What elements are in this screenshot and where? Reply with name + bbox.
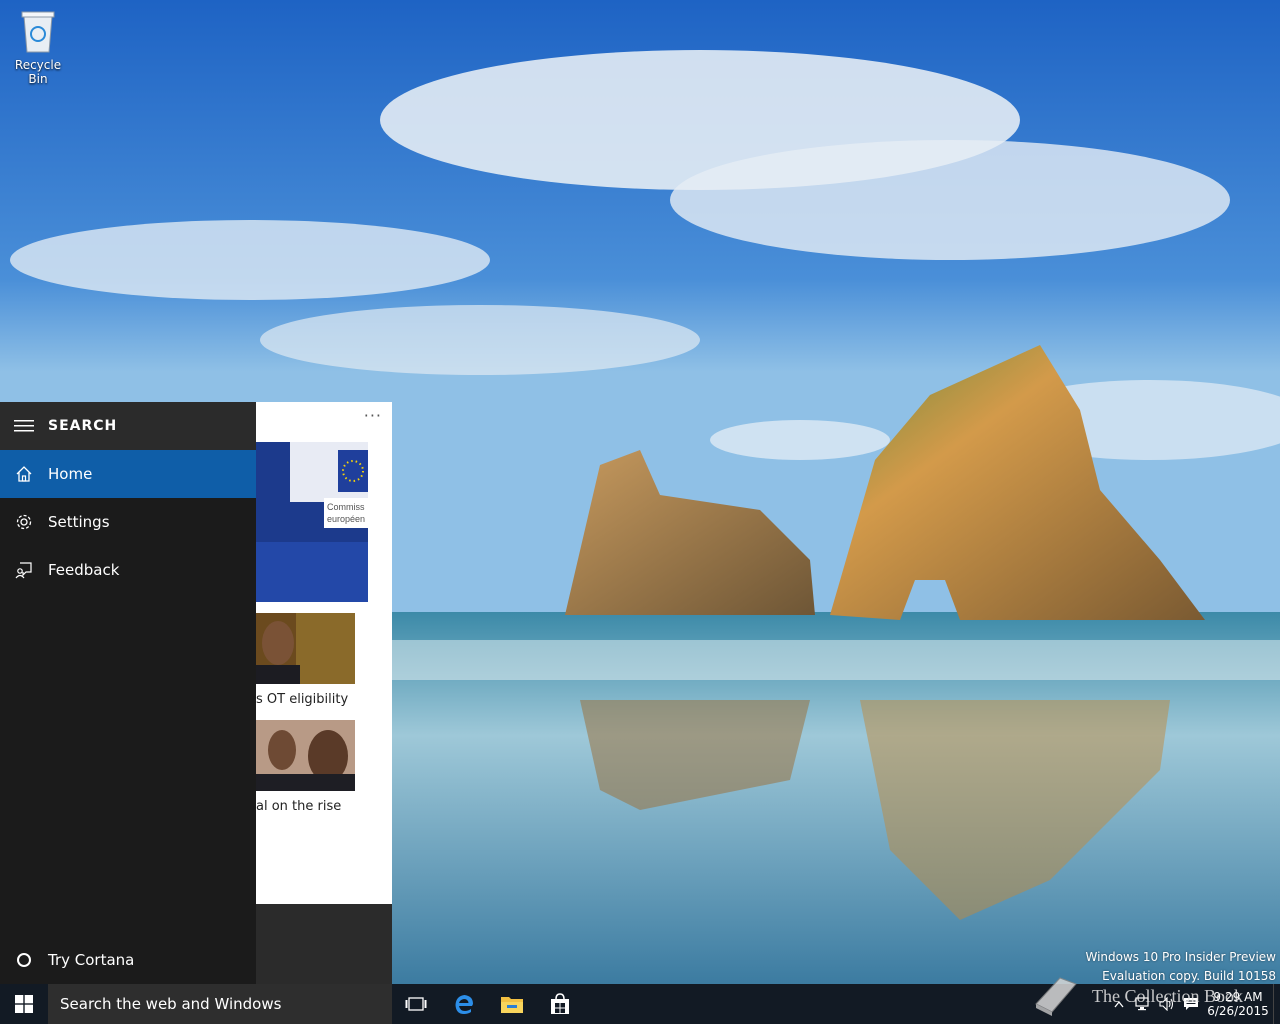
show-desktop-button[interactable] [1273, 984, 1280, 1024]
menu-item-settings[interactable]: Settings [0, 498, 256, 546]
try-cortana-label: Try Cortana [48, 951, 135, 969]
folder-icon [501, 997, 523, 1013]
news-image-2[interactable] [256, 613, 355, 684]
windows-logo-icon [15, 995, 33, 1013]
brand-watermark-text: The Collection Book [1092, 985, 1243, 1006]
start-button[interactable] [0, 984, 48, 1024]
news-photo-3 [256, 720, 355, 791]
hamburger-menu-button[interactable] [0, 402, 48, 450]
search-menu-header: SEARCH [0, 402, 256, 450]
eu-commission-photo: Commiss européen [256, 442, 368, 602]
menu-item-feedback-label: Feedback [48, 561, 120, 579]
search-home-content: ··· Commiss européen s OT eligibility al… [256, 402, 392, 904]
menu-item-home-label: Home [48, 465, 93, 483]
eu-text-2: européen [327, 514, 365, 524]
search-placeholder: Search the web and Windows [60, 995, 282, 1013]
news-caption-3[interactable]: al on the rise [256, 799, 341, 814]
store-button[interactable] [536, 984, 584, 1024]
edge-icon [455, 995, 473, 1014]
task-view-icon [405, 997, 427, 1011]
more-options-button[interactable]: ··· [364, 406, 382, 425]
home-icon [16, 466, 32, 482]
menu-item-feedback[interactable]: Feedback [0, 546, 256, 594]
news-image-3[interactable] [256, 720, 355, 791]
try-cortana-button[interactable]: Try Cortana [0, 936, 256, 984]
search-panel-footer [256, 904, 392, 984]
build-watermark-line1: Windows 10 Pro Insider Preview [1085, 950, 1276, 964]
hamburger-icon [14, 420, 34, 432]
eu-text-1: Commiss [327, 502, 365, 512]
feedback-icon [15, 562, 32, 579]
taskbar-search-box[interactable]: Search the web and Windows [48, 984, 392, 1024]
recycle-bin-icon [21, 11, 55, 53]
brand-watermark: The Collection Book [1030, 974, 1243, 1018]
file-explorer-button[interactable] [488, 984, 536, 1024]
search-menu: SEARCH Home Settings Feedback Try Cortan… [0, 402, 256, 984]
recycle-bin-label: Recycle Bin [14, 58, 62, 86]
cortana-circle-icon [17, 953, 31, 967]
news-image-eu[interactable]: Commiss européen [256, 442, 368, 602]
search-panel: SEARCH Home Settings Feedback Try Cortan… [0, 402, 392, 984]
edge-browser-button[interactable] [440, 984, 488, 1024]
news-photo-2 [256, 613, 355, 684]
menu-item-settings-label: Settings [48, 513, 110, 531]
book-icon [1035, 977, 1077, 1016]
menu-item-home[interactable]: Home [0, 450, 256, 498]
news-caption-2[interactable]: s OT eligibility [256, 692, 348, 707]
gear-icon [16, 514, 32, 530]
recycle-bin-shortcut[interactable]: Recycle Bin [4, 8, 72, 86]
store-bag-icon [551, 993, 569, 1014]
task-view-button[interactable] [392, 984, 440, 1024]
search-menu-title: SEARCH [48, 418, 118, 434]
